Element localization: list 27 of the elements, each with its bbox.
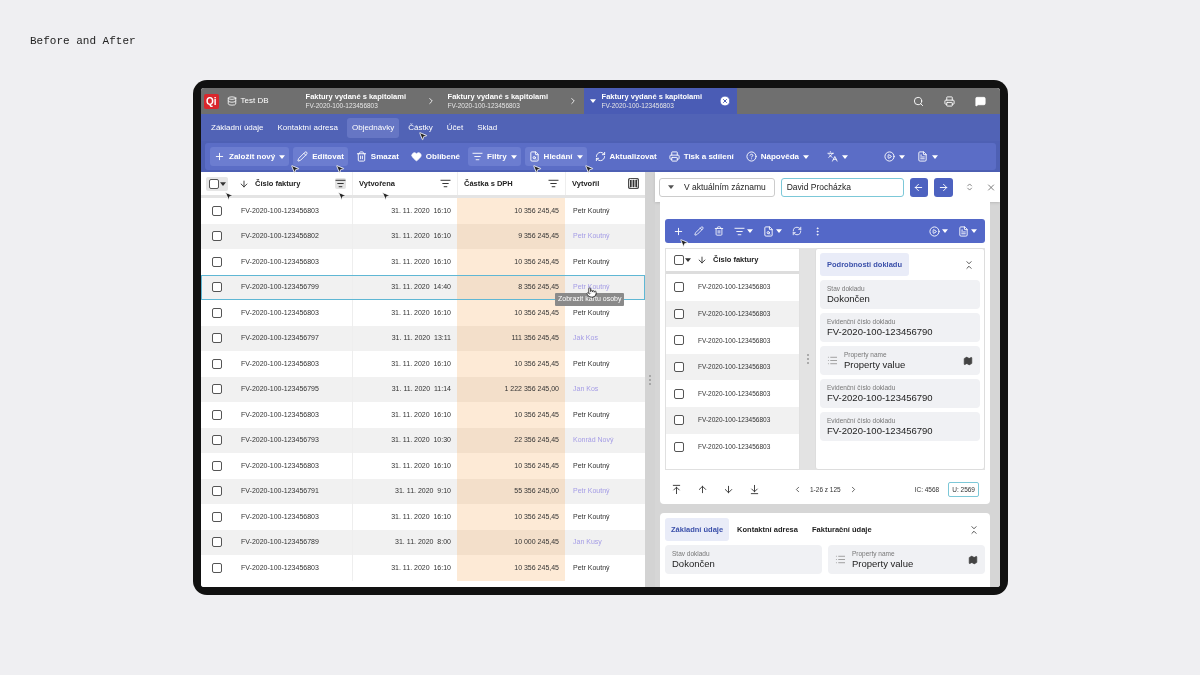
section-tab[interactable]: Částky — [403, 117, 438, 138]
section-tab[interactable]: Sklad — [472, 117, 503, 138]
section-tab[interactable]: Účet — [441, 117, 469, 138]
caption: Before and After — [30, 35, 136, 47]
field-value: FV-2020-100-123456790 — [827, 392, 934, 405]
database-name: Test DB — [240, 95, 269, 107]
toolbar-button[interactable]: Filtry — [468, 147, 521, 166]
section-tab[interactable]: Objednávky — [346, 117, 400, 138]
field-value: Dokončen — [827, 293, 871, 306]
field-value: FV-2020-100-123456790 — [827, 326, 934, 339]
toolbar-button[interactable]: Oblíbené — [406, 147, 465, 166]
logo: Qi — [204, 93, 219, 109]
field-value: Property value — [844, 359, 907, 372]
scope-dropdown[interactable]: V aktuálním záznamu — [659, 177, 775, 197]
toolbar-button[interactable]: Nápověda — [741, 147, 813, 166]
toolbar-button[interactable]: Aktualizovat — [590, 147, 661, 166]
field-value: FV-2020-100-123456790 — [827, 425, 934, 438]
toolbar-button[interactable]: Hledání — [524, 147, 587, 166]
section-tab[interactable]: Základní údaje — [206, 117, 269, 138]
toolbar-button[interactable]: Tisk a sdílení — [664, 147, 738, 166]
field-value: Property value — [852, 558, 915, 571]
section-tab[interactable]: Kontaktní adresa — [272, 117, 343, 138]
toolbar-button[interactable]: Editovat — [293, 147, 348, 166]
toolbar-button[interactable]: Smazat — [351, 147, 403, 166]
toolbar-button[interactable]: Založit nový — [210, 147, 290, 166]
search-field[interactable]: David Procházka — [780, 177, 904, 197]
field-value: Dokončen — [672, 558, 716, 571]
